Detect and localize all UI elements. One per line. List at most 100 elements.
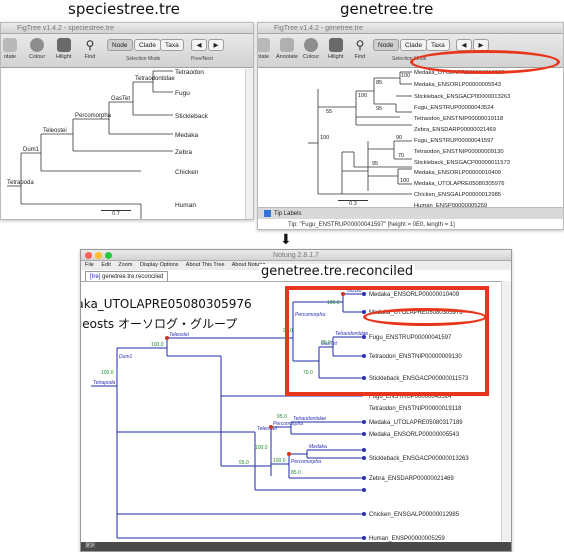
tip-label[interactable]: Stickleback_ENSGACP00000011573: [414, 160, 510, 166]
support-value: 85.0: [291, 470, 301, 476]
support-value: 85: [376, 80, 382, 86]
species-tree-panel: Tetraodon Fugu Stickleback Medaka Zebra …: [1, 69, 253, 219]
support-value: 90: [396, 135, 402, 141]
hilight-button[interactable]: Hilight: [56, 38, 71, 60]
duplication-node: [287, 452, 291, 456]
find-button[interactable]: ⚲ Find: [83, 38, 97, 60]
minimize-icon[interactable]: [95, 252, 102, 259]
support-value: 55.0: [239, 460, 249, 466]
mode-clade[interactable]: Clade: [134, 39, 161, 51]
species-tree: Tetraodon Fugu Stickleback Medaka Zebra …: [7, 69, 209, 219]
mode-clade[interactable]: Clade: [400, 39, 427, 51]
next-button[interactable]: ▶: [208, 39, 224, 51]
annotate-icon: [280, 38, 295, 52]
tip-label[interactable]: Medaka_ENSORLP00000010409: [414, 170, 501, 176]
prevnext-label: Prev/Next: [191, 56, 213, 62]
tip-label[interactable]: Human: [175, 202, 196, 209]
colour-icon: [30, 38, 45, 52]
gene-tree-panel: Medaka_UTOLAPRE05080317189 Medaka_ENSORL…: [258, 69, 563, 209]
magnifier-icon: ⚲: [85, 38, 95, 52]
leaf-dot: [362, 432, 366, 436]
tip-label[interactable]: Tetraodon_ENSTNIP00000019118: [369, 406, 462, 412]
support-value: 95.0: [277, 414, 287, 420]
mode-node[interactable]: Node: [107, 39, 133, 51]
maximize-icon[interactable]: [105, 252, 112, 259]
checkbox-icon[interactable]: [264, 209, 271, 217]
node-label: Teleostei: [169, 332, 190, 338]
node-label: Percomorpha: [291, 459, 321, 465]
tip-label[interactable]: Zebra_ENSDARP00000021469: [369, 476, 454, 482]
support-value: 95: [372, 161, 378, 167]
tip-label[interactable]: Tetraodon_ENSTNIP00000009130: [414, 149, 504, 155]
mode-taxa[interactable]: Taxa: [160, 39, 184, 51]
scale-bar: 0.3: [338, 200, 368, 207]
tip-label[interactable]: Fugu: [175, 90, 190, 97]
tip-label[interactable]: Medaka_ENSORLP00000005543: [369, 432, 460, 438]
figtree-species-window: FigTree v1.4.2 - speciestree.tre otate C…: [0, 22, 254, 220]
tip-label[interactable]: Chicken_ENSGALP00000012985: [414, 192, 501, 198]
tip-label[interactable]: Medaka_ENSORLP00000005543: [414, 82, 501, 88]
support-value: 55: [326, 109, 332, 115]
close-icon[interactable]: [85, 252, 92, 259]
rotate-icon: [258, 38, 270, 52]
node-label: Dum1: [119, 354, 133, 360]
speciestree-caption: speciestree.tre: [68, 0, 180, 18]
leaf-dot: [362, 476, 366, 480]
tip-label[interactable]: Stickleback_ENSGACP00000013263: [369, 456, 469, 462]
tip-label[interactable]: Tetraodon_ENSTNIP00000019118: [414, 116, 503, 122]
duplication-node: [269, 425, 273, 429]
annotate-button[interactable]: Annotate: [276, 38, 298, 60]
mode-taxa[interactable]: Taxa: [426, 39, 450, 51]
leaf-dot: [362, 536, 366, 540]
rotate-button[interactable]: otate: [258, 38, 270, 60]
tip-label[interactable]: Chicken_ENSGALP00000012985: [369, 512, 460, 518]
menu-zoom[interactable]: Zoom: [118, 262, 132, 268]
vertical-scrollbar[interactable]: [245, 69, 253, 219]
tab-reconciled[interactable]: [tre] genetree.tre.reconciled: [85, 271, 169, 281]
reconciled-caption: genetree.tre.reconciled: [259, 264, 416, 279]
tip-label[interactable]: Zebra_ENSDARP00000021469: [414, 127, 496, 133]
hilight-icon: [56, 38, 71, 52]
tip-label[interactable]: Stickleback_ENSGACP00000013263: [414, 94, 510, 100]
status-bar: Tip: "Fugu_ENSTRUP00000041597" [height =…: [288, 222, 455, 228]
node-label: Tetrapoda: [7, 180, 34, 186]
menu-edit[interactable]: Edit: [101, 262, 110, 268]
tip-label[interactable]: Fugu_ENSTRUP00000043524: [414, 105, 494, 111]
tip-highlight-ellipse: [363, 308, 487, 326]
menu-display-options[interactable]: Display Options: [140, 262, 179, 268]
node-label: Tetraodontidae: [135, 76, 175, 82]
node-label: GasTet: [111, 96, 130, 102]
tip-label[interactable]: Medaka_UTOLAPRE05080305976: [414, 181, 504, 187]
find-button[interactable]: ⚲ Find: [353, 38, 367, 60]
menu-file[interactable]: File: [85, 262, 94, 268]
hilight-button[interactable]: Hilight: [328, 38, 343, 60]
rotate-button[interactable]: otate: [3, 38, 17, 60]
colour-button[interactable]: Colour: [303, 38, 319, 60]
tip-label[interactable]: Medaka: [175, 132, 199, 139]
window-titlebar: FigTree v1.4.2 - genetree.tre: [258, 23, 563, 34]
tip-label[interactable]: Zebra: [175, 149, 192, 156]
mode-node[interactable]: Node: [373, 39, 399, 51]
tip-label[interactable]: Fugu_ENSTRUP00000041597: [414, 138, 494, 144]
vertical-scrollbar[interactable]: [501, 281, 511, 541]
node-label: Medaka: [309, 444, 327, 450]
node-label: Teleostei: [257, 426, 278, 432]
colour-icon: [304, 38, 319, 52]
support-value: 70: [398, 153, 404, 159]
tip-label[interactable]: Tetraodon: [175, 69, 204, 76]
selection-mode-label: Selection Mode: [126, 56, 161, 62]
magnifier-icon: ⚲: [355, 38, 365, 52]
prev-button[interactable]: ◀: [191, 39, 207, 51]
tip-label[interactable]: Stickleback: [175, 113, 209, 120]
prev-button[interactable]: ◀: [456, 39, 472, 51]
leaf-dot: [362, 456, 366, 460]
tip-label[interactable]: Chicken: [175, 169, 199, 176]
highlight-ellipse: [410, 50, 560, 74]
support-value: 100: [358, 93, 367, 99]
colour-button[interactable]: Colour: [29, 38, 45, 60]
menu-about-tree[interactable]: About This Tree: [186, 262, 225, 268]
node-label: Teleostei: [43, 128, 67, 134]
notung-titlebar: Notung 2.8.1.7: [81, 250, 511, 261]
tip-label[interactable]: Medaka_UTOLAPRE05080317189: [369, 420, 463, 426]
tip-labels-panel[interactable]: Tip Labels: [258, 207, 563, 219]
